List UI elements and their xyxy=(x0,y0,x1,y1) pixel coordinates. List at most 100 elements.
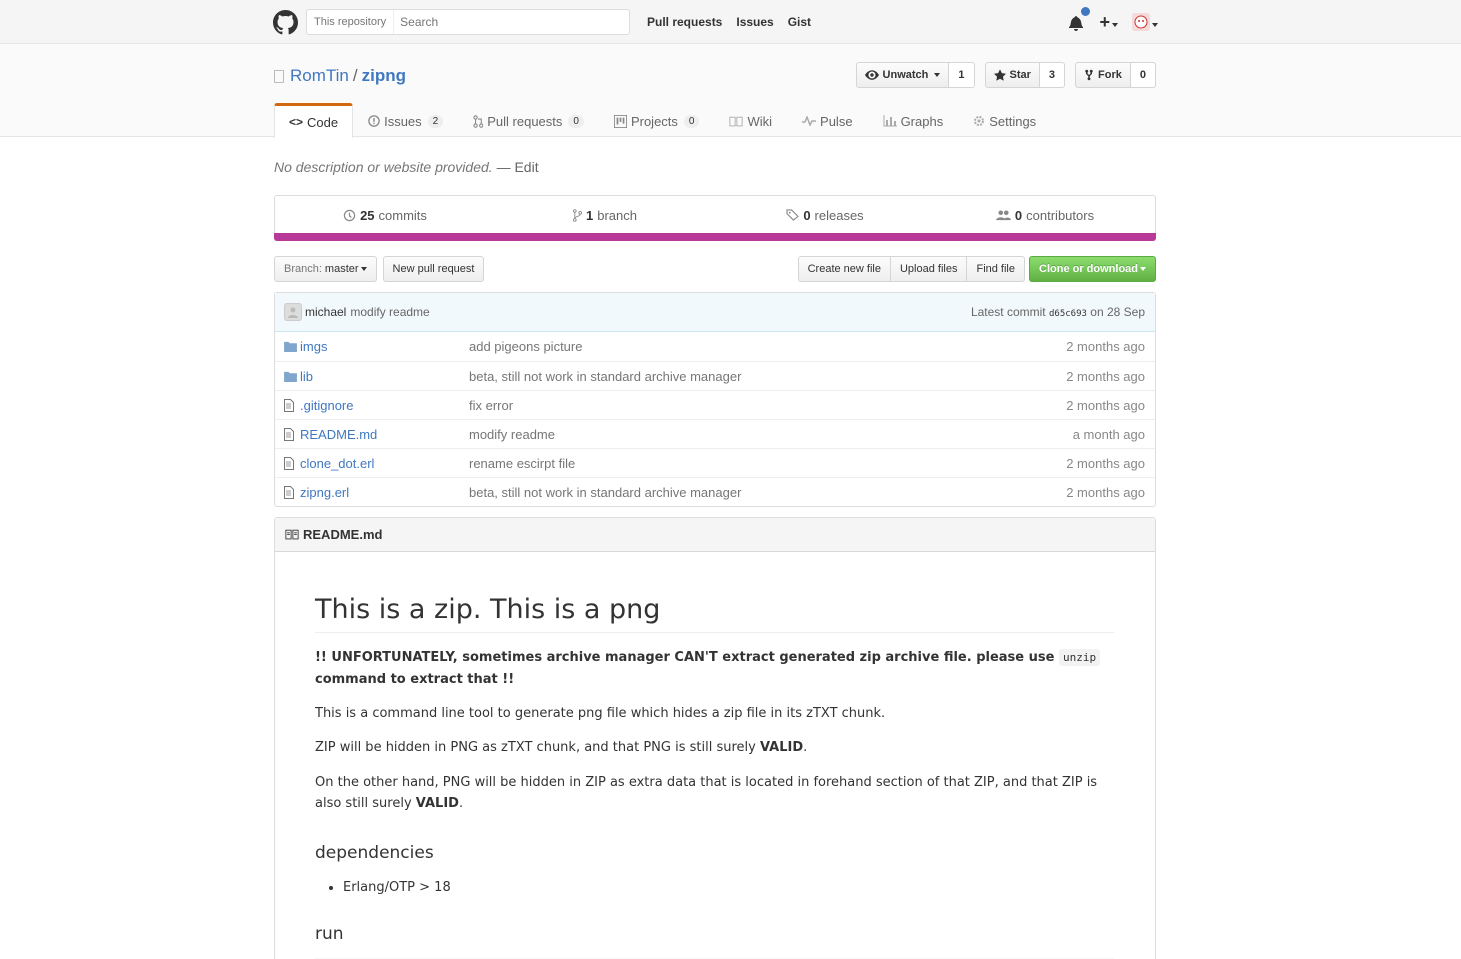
readme-title: This is a zip. This is a png xyxy=(315,592,1114,634)
branches-summary[interactable]: 1 branch xyxy=(495,208,715,223)
upload-files-button[interactable]: Upload files xyxy=(889,256,968,282)
github-logo-icon[interactable] xyxy=(272,9,298,35)
file-name-link[interactable]: .gitignore xyxy=(300,398,469,413)
valid-bold: VALID xyxy=(415,796,459,812)
tab-code[interactable]: <> Code xyxy=(274,103,354,138)
commits-summary[interactable]: 25 commits xyxy=(275,208,495,223)
book-icon xyxy=(729,116,744,126)
clone-or-download-button[interactable]: Clone or download xyxy=(1029,256,1156,282)
folder-icon xyxy=(284,371,300,382)
unwatch-button[interactable]: Unwatch xyxy=(855,62,950,88)
new-pull-request-button[interactable]: New pull request xyxy=(382,256,485,282)
commit-author-link[interactable]: michael xyxy=(305,305,346,319)
git-pull-request-icon xyxy=(473,114,484,128)
star-group: Star 3 xyxy=(984,62,1066,88)
valid-bold: VALID xyxy=(759,740,804,756)
find-file-button[interactable]: Find file xyxy=(966,256,1025,282)
search-box[interactable]: This repository xyxy=(306,9,630,35)
eye-icon xyxy=(864,70,879,80)
readme-paragraph-3: On the other hand, PNG will be hidden in… xyxy=(315,772,1114,815)
clone-label: Clone or download xyxy=(1039,263,1138,275)
tab-projects[interactable]: Projects 0 xyxy=(599,103,715,138)
chevron-down-icon xyxy=(360,267,367,271)
latest-commit-label: Latest commit xyxy=(970,305,1046,319)
tab-graphs[interactable]: Graphs xyxy=(868,103,959,138)
tab-pull-requests[interactable]: Pull requests 0 xyxy=(458,103,599,138)
file-commit-message-link[interactable]: fix error xyxy=(469,398,1066,413)
commit-message-link[interactable]: modify readme xyxy=(350,305,429,319)
repo-name-link[interactable]: zipng xyxy=(362,66,406,86)
header-nav: Pull requests Issues Gist xyxy=(647,15,825,29)
repo-actions: Unwatch 1 Star 3 Fork 0 xyxy=(855,62,1156,88)
releases-summary[interactable]: 0 releases xyxy=(715,208,935,223)
file-row: README.md modify readme a month ago xyxy=(275,419,1155,448)
file-commit-message-link[interactable]: add pigeons picture xyxy=(469,339,1066,354)
file-name-link[interactable]: lib xyxy=(300,369,469,384)
user-menu-dropdown[interactable] xyxy=(1132,12,1158,32)
nav-issues[interactable]: Issues xyxy=(736,15,773,29)
watchers-count[interactable]: 1 xyxy=(949,62,975,88)
repo-content: No description or website provided. — Ed… xyxy=(274,159,1156,959)
file-commit-message-link[interactable]: rename escirpt file xyxy=(469,456,1066,471)
file-row: .gitignore fix error 2 months ago xyxy=(275,390,1155,419)
nav-pull-requests[interactable]: Pull requests xyxy=(647,15,722,29)
create-new-file-button[interactable]: Create new file xyxy=(797,256,891,282)
file-table: michael modify readme Latest commit d65c… xyxy=(274,292,1156,507)
star-icon xyxy=(993,69,1006,81)
edit-description-link[interactable]: Edit xyxy=(514,159,538,175)
latest-commit-info: Latest commit d65c693 on 28 Sep xyxy=(971,305,1145,319)
file-name-link[interactable]: imgs xyxy=(300,339,469,354)
readme-panel: README.md This is a zip. This is a png !… xyxy=(274,517,1156,959)
chevron-down-icon xyxy=(1140,267,1146,271)
chevron-down-icon xyxy=(934,73,941,77)
file-commit-message-link[interactable]: beta, still not work in standard archive… xyxy=(469,485,1066,500)
dependencies-list: Erlang/OTP > 18 xyxy=(315,877,1114,898)
tab-pulse[interactable]: Pulse xyxy=(787,103,868,138)
file-row: zipng.erl beta, still not work in standa… xyxy=(275,477,1155,506)
star-label: Star xyxy=(1009,69,1031,81)
tab-pull-requests-label: Pull requests xyxy=(487,113,563,129)
file-age: 2 months ago xyxy=(1066,368,1145,384)
description-text: No description or website provided. xyxy=(274,159,493,175)
stargazers-count[interactable]: 3 xyxy=(1039,62,1066,88)
nav-gist[interactable]: Gist xyxy=(788,15,811,29)
tab-projects-label: Projects xyxy=(630,113,678,129)
file-row: clone_dot.erl rename escirpt file 2 mont… xyxy=(275,448,1155,477)
plus-icon: + xyxy=(1099,12,1110,32)
file-commit-message-link[interactable]: beta, still not work in standard archive… xyxy=(469,369,1066,384)
file-age: 2 months ago xyxy=(1066,484,1145,500)
notifications-bell-icon[interactable] xyxy=(1069,7,1091,31)
file-name-link[interactable]: clone_dot.erl xyxy=(300,456,469,471)
tab-settings[interactable]: Settings xyxy=(958,103,1051,138)
search-input[interactable] xyxy=(394,15,595,29)
repo-description: No description or website provided. — Ed… xyxy=(274,159,1156,179)
organization-icon xyxy=(996,209,1011,220)
commit-sha-link[interactable]: d65c693 xyxy=(1049,309,1087,319)
tab-settings-label: Settings xyxy=(989,113,1037,129)
file-rows: imgs add pigeons picture 2 months ago li… xyxy=(275,332,1155,506)
file-age: 2 months ago xyxy=(1066,339,1145,354)
tab-wiki[interactable]: Wiki xyxy=(714,103,787,138)
paragraph-2-end: . xyxy=(803,740,808,756)
forks-count[interactable]: 0 xyxy=(1130,62,1156,88)
create-new-dropdown[interactable]: + xyxy=(1099,13,1118,31)
file-commit-message-link[interactable]: modify readme xyxy=(469,427,1073,442)
file-row: lib beta, still not work in standard arc… xyxy=(275,361,1155,390)
star-button[interactable]: Star xyxy=(984,62,1040,88)
tab-code-label: Code xyxy=(307,114,339,130)
repo-pagehead: RomTin / zipng Unwatch 1 Star 3 Fork 0 <… xyxy=(0,44,1461,138)
file-name-link[interactable]: README.md xyxy=(300,427,469,442)
search-scope: This repository xyxy=(307,10,395,34)
branch-select-button[interactable]: Branch: master xyxy=(274,256,377,282)
file-name-link[interactable]: zipng.erl xyxy=(300,485,469,500)
repo-owner-link[interactable]: RomTin xyxy=(290,66,349,86)
commit-author-avatar[interactable] xyxy=(284,303,302,321)
fork-button[interactable]: Fork xyxy=(1075,62,1131,88)
numbers-summary: 25 commits 1 branch 0 releases 0 contributor… xyxy=(274,195,1156,241)
repository-language-bar[interactable] xyxy=(274,233,1156,241)
contributors-summary[interactable]: 0 contributors xyxy=(935,208,1155,223)
paragraph-3-end: . xyxy=(458,796,464,812)
gear-icon xyxy=(974,116,985,126)
tab-issues[interactable]: Issues 2 xyxy=(353,103,458,138)
readme-filename: README.md xyxy=(303,527,383,542)
